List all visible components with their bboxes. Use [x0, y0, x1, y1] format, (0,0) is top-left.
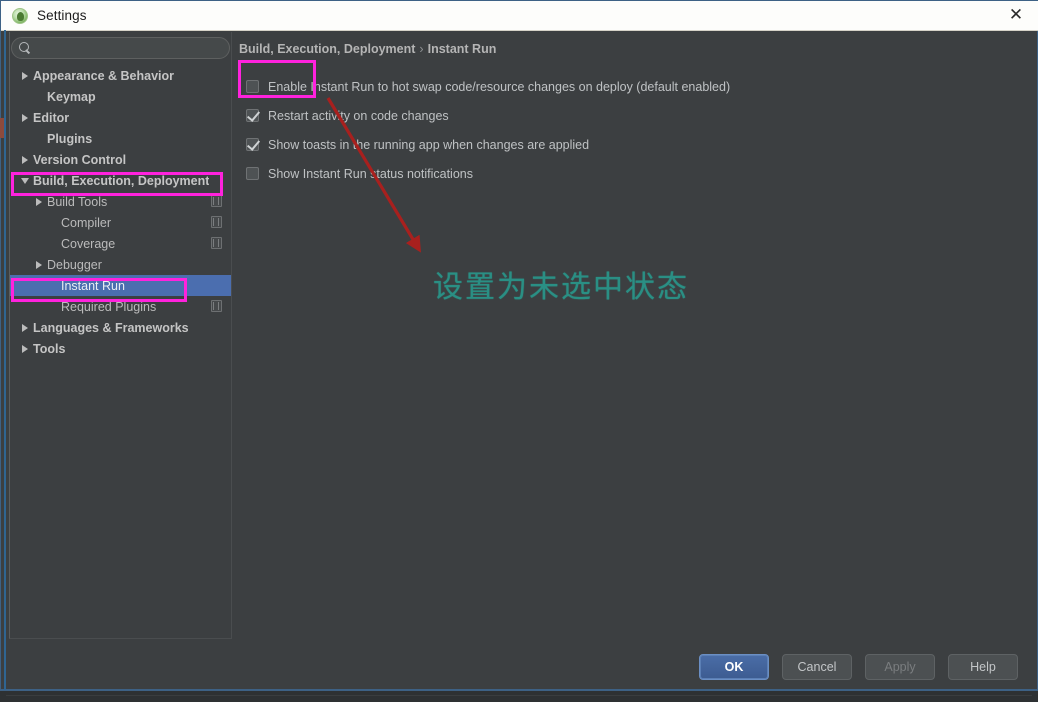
- option-row[interactable]: Show Instant Run status notifications: [246, 159, 1006, 188]
- sidebar-item-label: Editor: [33, 110, 70, 125]
- sidebar-item-tools[interactable]: Tools: [10, 338, 231, 359]
- sidebar-item-label: Tools: [33, 341, 66, 356]
- project-scope-icon: [211, 237, 222, 249]
- help-button[interactable]: Help: [948, 653, 1018, 680]
- apply-button: Apply: [865, 653, 935, 680]
- dialog-footer: OK Cancel Apply Help: [2, 644, 1036, 689]
- window-title: Settings: [37, 8, 87, 23]
- sidebar-item-debugger[interactable]: Debugger: [10, 254, 231, 275]
- sidebar-item-compiler[interactable]: Compiler: [10, 212, 231, 233]
- project-scope-icon: [211, 216, 222, 228]
- sidebar-item-label: Version Control: [33, 152, 127, 167]
- screen: Settings ✕ Appearance & Behavior Keymap Ed…: [0, 0, 1038, 702]
- settings-content-panel: Build, Execution, Deployment › Instant Run…: [234, 32, 1034, 639]
- sidebar-item-label: Languages & Frameworks: [33, 320, 189, 335]
- android-studio-icon: [12, 7, 28, 24]
- ok-button[interactable]: OK: [699, 653, 769, 680]
- checkbox-checked-icon[interactable]: [246, 138, 259, 151]
- sidebar-item-build-tools[interactable]: Build Tools: [10, 191, 231, 212]
- settings-tree: Appearance & Behavior Keymap Editor Plugins…: [10, 65, 231, 638]
- sidebar-item-coverage[interactable]: Coverage: [10, 233, 231, 254]
- sidebar-item-label: Required Plugins: [61, 299, 157, 314]
- sidebar-item-required-plugins[interactable]: Required Plugins: [10, 296, 231, 317]
- breadcrumb-current: Instant Run: [427, 42, 497, 56]
- search-field-wrapper: [11, 37, 230, 59]
- window-left-edge: [4, 30, 6, 690]
- title-bar: Settings ✕: [1, 1, 1038, 31]
- chevron-right-icon[interactable]: [18, 113, 31, 122]
- settings-sidebar: Appearance & Behavior Keymap Editor Plugins…: [9, 32, 232, 639]
- chevron-right-icon[interactable]: [18, 71, 31, 80]
- sidebar-item-build-execution-deployment[interactable]: Build, Execution, Deployment: [10, 170, 231, 191]
- chevron-down-icon[interactable]: [18, 177, 31, 184]
- instant-run-options: Enable Instant Run to hot swap code/reso…: [246, 72, 1006, 188]
- chevron-right-icon[interactable]: [18, 344, 31, 353]
- chevron-right-icon[interactable]: [18, 155, 31, 164]
- sidebar-item-editor[interactable]: Editor: [10, 107, 231, 128]
- option-label: Enable Instant Run to hot swap code/reso…: [268, 79, 731, 94]
- sidebar-item-label: Plugins: [47, 131, 93, 146]
- checkbox-unchecked-icon[interactable]: [246, 167, 259, 180]
- annotation-note: 设置为未选中状态: [433, 270, 689, 305]
- sidebar-item-label: Build Tools: [47, 194, 108, 209]
- sidebar-item-plugins[interactable]: Plugins: [10, 128, 231, 149]
- sidebar-item-appearance-behavior[interactable]: Appearance & Behavior: [10, 65, 231, 86]
- sidebar-item-keymap[interactable]: Keymap: [10, 86, 231, 107]
- chevron-right-icon[interactable]: [18, 323, 31, 332]
- chevron-right-icon[interactable]: [32, 260, 45, 269]
- checkbox-unchecked-icon[interactable]: [246, 80, 259, 93]
- search-box[interactable]: [11, 37, 230, 59]
- close-icon[interactable]: ✕: [993, 1, 1038, 30]
- checkbox-checked-icon[interactable]: [246, 109, 259, 122]
- breadcrumb: Build, Execution, Deployment › Instant Run: [239, 42, 496, 56]
- sidebar-item-version-control[interactable]: Version Control: [10, 149, 231, 170]
- sidebar-item-label: Appearance & Behavior: [33, 68, 175, 83]
- breadcrumb-parent[interactable]: Build, Execution, Deployment: [239, 42, 415, 56]
- option-row[interactable]: Enable Instant Run to hot swap code/reso…: [246, 72, 1006, 101]
- sidebar-item-instant-run[interactable]: Instant Run: [10, 275, 231, 296]
- bottom-window-strip: [0, 690, 1038, 702]
- cancel-button[interactable]: Cancel: [782, 653, 852, 680]
- dialog-body: Appearance & Behavior Keymap Editor Plugins…: [2, 31, 1036, 644]
- sidebar-item-label: Instant Run: [61, 278, 125, 293]
- option-row[interactable]: Show toasts in the running app when chan…: [246, 130, 1006, 159]
- option-label: Show toasts in the running app when chan…: [268, 137, 590, 152]
- edge-artifact: [0, 118, 4, 138]
- breadcrumb-separator-icon: ›: [419, 42, 424, 56]
- sidebar-item-label: Compiler: [61, 215, 112, 230]
- sidebar-item-label: Build, Execution, Deployment: [33, 173, 210, 188]
- search-icon: [19, 42, 31, 54]
- search-input[interactable]: [31, 38, 229, 58]
- option-label: Show Instant Run status notifications: [268, 166, 473, 181]
- sidebar-item-label: Coverage: [61, 236, 116, 251]
- project-scope-icon: [211, 195, 222, 207]
- sidebar-item-languages-frameworks[interactable]: Languages & Frameworks: [10, 317, 231, 338]
- option-row[interactable]: Restart activity on code changes: [246, 101, 1006, 130]
- option-label: Restart activity on code changes: [268, 108, 449, 123]
- sidebar-item-label: Keymap: [47, 89, 96, 104]
- chevron-right-icon[interactable]: [32, 197, 45, 206]
- settings-dialog: Settings ✕ Appearance & Behavior Keymap Ed…: [0, 0, 1038, 690]
- project-scope-icon: [211, 300, 222, 312]
- sidebar-item-label: Debugger: [47, 257, 102, 272]
